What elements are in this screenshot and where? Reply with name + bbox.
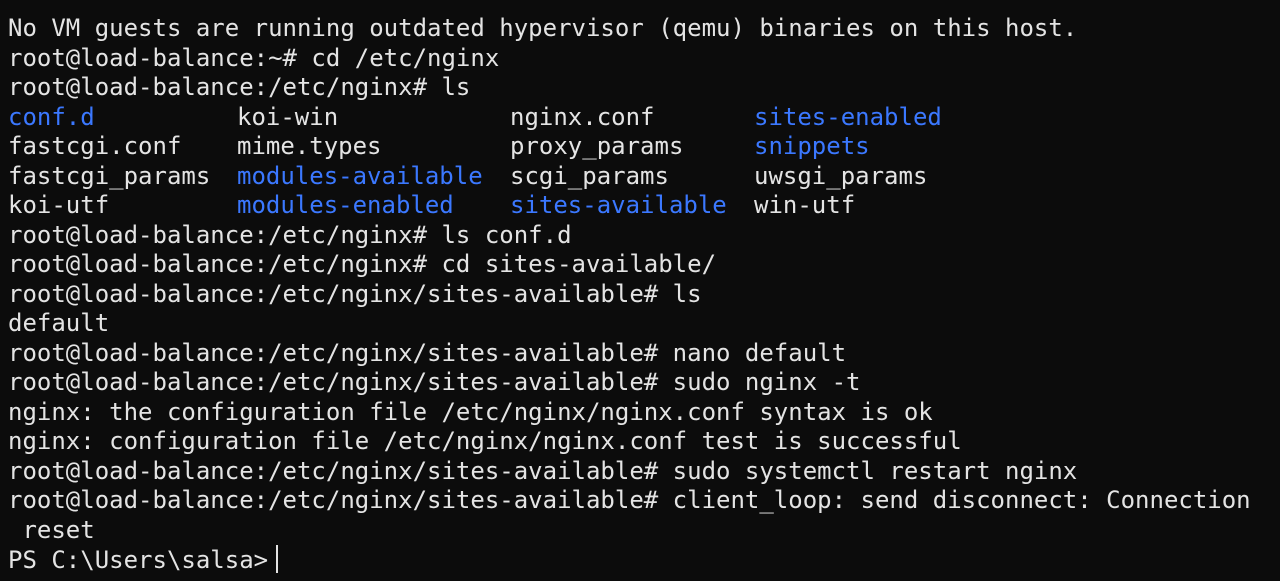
powershell-prompt-line[interactable]: PS C:\Users\salsa> xyxy=(8,545,279,575)
terminal-line: root@load-balance:~# cd /etc/nginx xyxy=(8,43,500,72)
ls-entry: mime.types xyxy=(237,132,382,160)
terminal-output[interactable]: No VM guests are running outdated hyperv… xyxy=(0,0,1280,581)
ls-entry: fastcgi.conf xyxy=(8,132,182,160)
ls-entry: win-utf xyxy=(754,191,856,219)
ls-entry: modules-enabled xyxy=(237,191,454,219)
terminal-line: No VM guests are running outdated hyperv… xyxy=(8,14,1078,42)
ls-entry: snippets xyxy=(754,132,870,160)
ls-entry: conf.d xyxy=(8,102,95,131)
ls-entry: sites-available xyxy=(510,191,727,219)
terminal-line: nginx: the configuration file /etc/nginx… xyxy=(8,397,933,426)
terminal-line: default xyxy=(8,309,110,337)
ls-entry: koi-win xyxy=(237,102,339,131)
terminal-line: root@load-balance:/etc/nginx/sites-avail… xyxy=(8,338,847,367)
terminal-line: root@load-balance:/etc/nginx/sites-avail… xyxy=(8,279,702,308)
terminal-line: root@load-balance:/etc/nginx# ls xyxy=(8,73,471,101)
ls-entry: sites-enabled xyxy=(754,102,942,131)
terminal-line: nginx: configuration file /etc/nginx/ngi… xyxy=(8,427,962,455)
ls-entry: fastcgi_params xyxy=(8,161,211,190)
ls-entry: modules-available xyxy=(237,161,483,190)
ls-entry: proxy_params xyxy=(510,132,684,160)
terminal-line: root@load-balance:/etc/nginx# ls conf.d xyxy=(8,220,572,249)
terminal-line: root@load-balance:/etc/nginx/sites-avail… xyxy=(8,486,1251,514)
ls-entry: koi-utf xyxy=(8,191,110,219)
ls-entry: uwsgi_params xyxy=(754,161,928,190)
ls-entry: nginx.conf xyxy=(510,102,655,131)
powershell-prompt: PS C:\Users\salsa> xyxy=(8,546,269,574)
terminal-line: root@load-balance:/etc/nginx/sites-avail… xyxy=(8,368,861,396)
ls-entry: scgi_params xyxy=(510,161,669,190)
terminal-line: root@load-balance:/etc/nginx# cd sites-a… xyxy=(8,250,717,278)
text-cursor xyxy=(276,545,279,573)
terminal-line: reset xyxy=(8,515,95,544)
terminal-line: root@load-balance:/etc/nginx/sites-avail… xyxy=(8,456,1078,485)
